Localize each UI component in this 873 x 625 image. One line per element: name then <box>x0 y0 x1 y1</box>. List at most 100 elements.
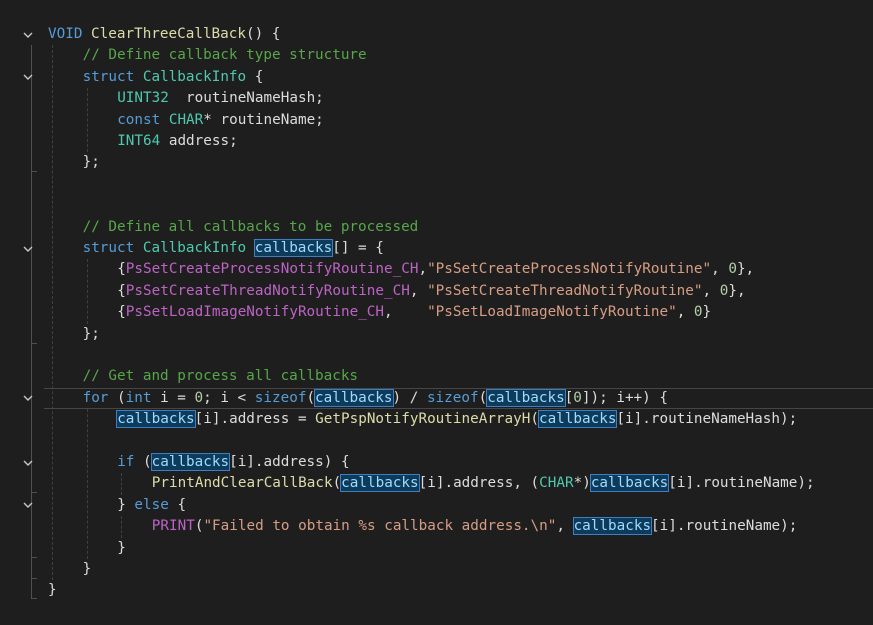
highlighted-reference: callbacks <box>150 453 231 471</box>
code-token: // Define all callbacks to be processed <box>82 218 419 235</box>
code-line[interactable]: } else { <box>0 495 873 516</box>
code-line[interactable]: PrintAndClearCallBack(callbacks[i].addre… <box>0 473 873 494</box>
code-token: { <box>117 304 126 321</box>
code-token: "Failed to obtain %s callback address.\n… <box>203 518 557 535</box>
code-text: // Define callback type structure <box>83 45 367 66</box>
fold-chevron-down-icon[interactable] <box>20 24 36 45</box>
code-token: ( <box>134 454 152 470</box>
code-line[interactable]: INT64 address; <box>0 131 873 152</box>
code-line[interactable]: for (int i = 0; i < sizeof(callbacks) / … <box>0 387 873 410</box>
fold-chevron-down-icon[interactable] <box>20 495 36 516</box>
code-text: }; <box>83 152 100 173</box>
code-token: 0 <box>693 304 703 321</box>
code-token: } <box>117 539 126 556</box>
code-text: callbacks[i].address = GetPspNotifyRouti… <box>116 409 798 430</box>
code-token: "PsSetCreateProcessNotifyRoutine" <box>427 261 712 278</box>
code-token: ; i < <box>203 389 255 406</box>
code-text: {PsSetCreateProcessNotifyRoutine_CH,"PsS… <box>117 259 754 280</box>
code-line[interactable]: }; <box>0 324 873 345</box>
code-token: ) / <box>392 389 427 406</box>
code-line[interactable] <box>0 345 873 366</box>
code-line[interactable]: VOID ClearThreeCallBack() { <box>0 24 873 45</box>
code-token: CHAR <box>539 475 574 492</box>
code-token: () { <box>245 26 281 42</box>
code-line[interactable]: UINT32 routineNameHash; <box>0 88 873 109</box>
code-line[interactable]: } <box>0 559 873 580</box>
code-text: }; <box>83 324 100 345</box>
fold-chevron-down-icon[interactable] <box>20 388 36 409</box>
code-token: [i].routineNameHash); <box>616 411 798 428</box>
code-token: ( <box>306 389 316 406</box>
code-token: for <box>82 389 109 406</box>
code-text: UINT32 routineNameHash; <box>117 88 324 109</box>
code-editor[interactable]: VOID ClearThreeCallBack() { // Define cal… <box>0 0 873 625</box>
code-token: [i].address) { <box>229 454 350 470</box>
code-token: 0 <box>573 389 582 406</box>
code-token: } <box>702 304 712 321</box>
code-line[interactable]: {PsSetCreateProcessNotifyRoutine_CH,"PsS… <box>0 259 873 280</box>
code-token: // Define callback type structure <box>82 47 367 64</box>
code-token: UINT32 <box>117 90 169 107</box>
code-token: { <box>168 496 187 513</box>
code-line[interactable]: {PsSetCreateThreadNotifyRoutine_CH, "PsS… <box>0 281 873 302</box>
code-line[interactable]: } <box>0 538 873 559</box>
code-token: , <box>676 304 694 321</box>
code-token: [] = { <box>332 240 384 256</box>
code-token: VOID <box>48 26 83 42</box>
code-token: routineNameHash; <box>168 90 324 107</box>
highlighted-reference: callbacks <box>314 388 394 407</box>
code-token: ( <box>530 411 539 428</box>
code-line[interactable]: }; <box>0 152 873 173</box>
code-token: } <box>117 496 135 513</box>
code-token: } <box>48 582 57 599</box>
code-token: // Get and process all callbacks <box>82 368 359 385</box>
code-token: struct <box>82 68 135 85</box>
code-text: // Get and process all callbacks <box>83 366 358 387</box>
code-line[interactable] <box>0 195 873 216</box>
code-text: INT64 address; <box>117 131 238 152</box>
code-line[interactable]: struct CallbackInfo callbacks[] = { <box>0 238 873 259</box>
code-token: sizeof <box>426 389 479 406</box>
code-text: PrintAndClearCallBack(callbacks[i].addre… <box>152 473 815 494</box>
code-line[interactable]: const CHAR* routineName; <box>0 110 873 131</box>
code-line[interactable]: // Define all callbacks to be processed <box>0 217 873 238</box>
code-token: , <box>418 261 428 278</box>
code-token: PsSetLoadImageNotifyRoutine_CH <box>125 304 385 321</box>
code-line[interactable]: // Get and process all callbacks <box>0 366 873 387</box>
code-line[interactable]: callbacks[i].address = GetPspNotifyRouti… <box>0 409 873 430</box>
code-text: // Define all callbacks to be processed <box>83 217 419 238</box>
code-line[interactable]: if (callbacks[i].address) { <box>0 452 873 473</box>
code-line[interactable] <box>0 174 873 195</box>
code-text: } <box>83 559 92 580</box>
code-token: const <box>117 111 161 128</box>
code-token: }; <box>82 325 100 342</box>
fold-chevron-down-icon[interactable] <box>20 67 36 88</box>
code-line[interactable]: struct CallbackInfo { <box>0 67 873 88</box>
code-line[interactable]: } <box>0 580 873 601</box>
code-line[interactable] <box>0 431 873 452</box>
code-token: GetPspNotifyRoutineArrayH <box>315 411 531 428</box>
code-line[interactable]: // Define callback type structure <box>0 45 873 66</box>
code-line[interactable]: {PsSetLoadImageNotifyRoutine_CH, "PsSetL… <box>0 302 873 323</box>
code-token: }; <box>82 154 100 171</box>
code-token: ClearThreeCallBack <box>91 26 246 42</box>
code-token: [i].routineName); <box>668 475 815 492</box>
code-line[interactable]: PRINT("Failed to obtain %s callback addr… <box>0 516 873 537</box>
highlighted-reference: callbacks <box>486 388 566 407</box>
highlighted-reference: callbacks <box>116 410 196 429</box>
code-token: ( <box>478 389 488 406</box>
code-text: {PsSetCreateThreadNotifyRoutine_CH, "PsS… <box>117 281 745 302</box>
code-token: { <box>117 282 126 299</box>
code-token: else <box>134 496 169 513</box>
code-token: ]); i++) { <box>581 389 668 406</box>
code-token: , <box>556 518 574 535</box>
code-token: { <box>117 261 126 278</box>
fold-chevron-down-icon[interactable] <box>20 452 36 473</box>
code-text: if (callbacks[i].address) { <box>117 452 350 473</box>
code-token: "PsSetCreateThreadNotifyRoutine" <box>427 282 703 299</box>
fold-chevron-down-icon[interactable] <box>20 238 36 259</box>
